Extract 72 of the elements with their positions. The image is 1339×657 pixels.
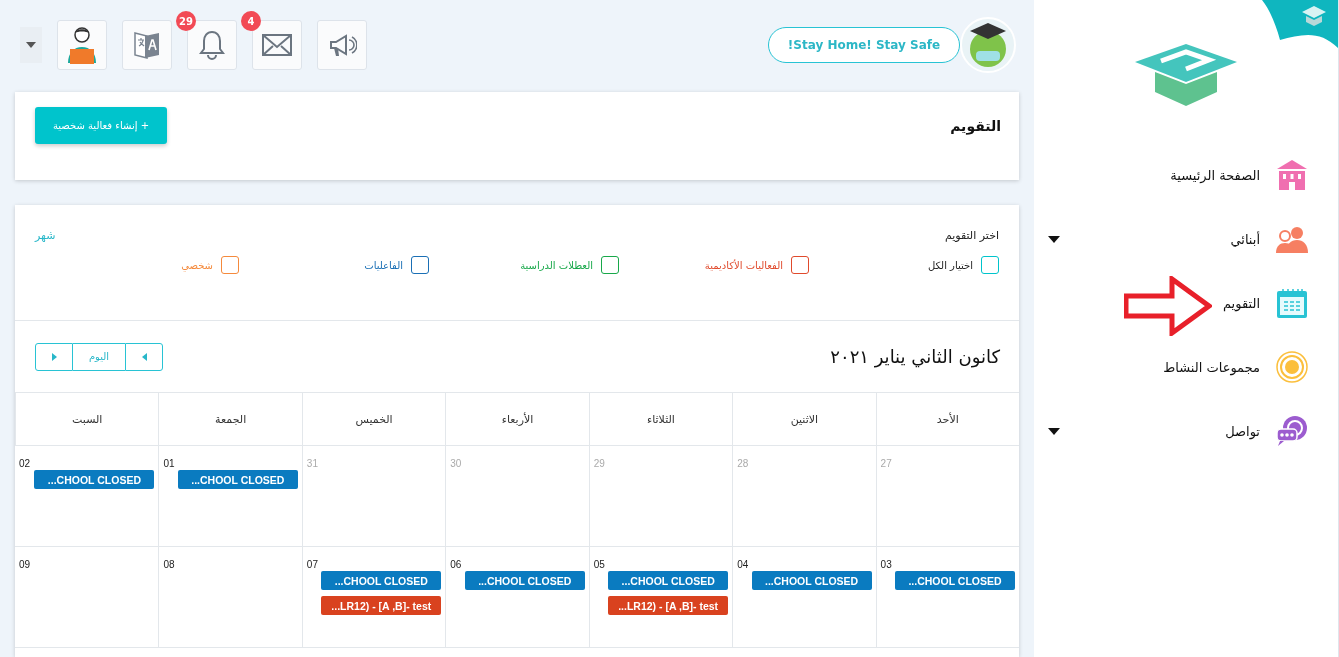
calendar-event[interactable]: ...CHOOL CLOSED xyxy=(895,571,1015,590)
month-view-link[interactable]: شهر xyxy=(35,229,56,242)
sidebar-item[interactable]: الصفحة الرئيسية xyxy=(1170,158,1308,192)
day-number: 03 xyxy=(880,559,893,570)
calendar-filter[interactable]: الفاعليات xyxy=(239,256,429,274)
calendar-icon xyxy=(1276,287,1308,319)
count-badge: 4 xyxy=(241,11,261,31)
weekday-header: الاثنين xyxy=(732,393,876,446)
sidebar-item[interactable]: مجموعات النشاط xyxy=(1163,350,1308,384)
calendar-event[interactable]: ...CHOOL CLOSED xyxy=(751,571,872,590)
avatar[interactable] xyxy=(960,17,1016,73)
day-number: 06 xyxy=(450,559,463,570)
toolbar-button[interactable] xyxy=(57,20,107,70)
bell-icon xyxy=(199,30,225,60)
caret-icon[interactable] xyxy=(1048,427,1060,435)
month-title: كانون الثاني يناير ٢٠٢١ xyxy=(830,346,1000,367)
day-number: 30 xyxy=(450,458,463,469)
day-number: 08 xyxy=(163,559,176,570)
checkbox[interactable] xyxy=(221,256,239,274)
weekday-header: الأحد xyxy=(875,393,1019,446)
dropdown-button[interactable] xyxy=(20,27,42,63)
day-number: 09 xyxy=(19,559,32,570)
checkbox[interactable] xyxy=(601,256,619,274)
calendar-filter[interactable]: شخصي xyxy=(49,256,239,274)
target-icon xyxy=(1276,351,1308,383)
sidebar-item[interactable]: التقويم xyxy=(1222,286,1308,320)
calendar-event[interactable]: ...LR12) - [A ,B]- test xyxy=(608,596,729,615)
status-message: !Stay Home! Stay Safe xyxy=(768,27,960,63)
previous-icon xyxy=(141,352,147,361)
day-number: 29 xyxy=(593,458,606,469)
people-icon xyxy=(1276,225,1308,253)
day-number: 07 xyxy=(306,559,319,570)
weekday-header: الخميس xyxy=(301,393,446,446)
checkbox[interactable] xyxy=(411,256,429,274)
next-icon xyxy=(51,352,57,361)
chat-icon xyxy=(1276,415,1308,447)
day-number: 05 xyxy=(593,559,606,570)
caret-icon xyxy=(26,42,36,48)
day-number: 04 xyxy=(737,559,750,570)
toolbar-button[interactable] xyxy=(122,20,172,70)
weekday-header: الجمعة xyxy=(158,393,302,446)
building-icon xyxy=(1276,159,1308,191)
day-number: 31 xyxy=(306,458,319,469)
translate-icon xyxy=(133,30,161,60)
checkbox[interactable] xyxy=(791,256,809,274)
day-number: 27 xyxy=(880,458,893,469)
count-badge: 29 xyxy=(176,11,196,31)
day-number: 02 xyxy=(19,458,32,469)
weekday-header: الأربعاء xyxy=(445,393,589,446)
calendar-event[interactable]: ...CHOOL CLOSED xyxy=(464,571,585,590)
calendar-filter[interactable]: العطلات الدراسية xyxy=(429,256,619,274)
calendar-event[interactable]: ...CHOOL CLOSED xyxy=(321,571,442,590)
day-number: 01 xyxy=(163,458,176,469)
calendar-filter[interactable]: اختيار الكل xyxy=(809,256,999,274)
sidebar-item[interactable]: أبنائي xyxy=(1230,222,1308,256)
day-number: 28 xyxy=(737,458,750,469)
calendar-event[interactable]: ...CHOOL CLOSED xyxy=(608,571,729,590)
calendar-event[interactable]: ...LR12) - [A ,B]- test xyxy=(321,596,442,615)
envelope-icon xyxy=(262,34,292,56)
calendar-event[interactable]: ...CHOOL CLOSED xyxy=(177,470,298,489)
today-button[interactable]: اليوم xyxy=(73,342,125,371)
toolbar-button[interactable] xyxy=(317,20,367,70)
caret-icon[interactable] xyxy=(1048,235,1060,243)
calendar-event[interactable]: ...CHOOL CLOSED xyxy=(34,470,155,489)
filter-heading: اختر التقويم xyxy=(944,229,999,242)
page-title: التقويم xyxy=(950,118,1001,134)
calendar-filter[interactable]: الفعاليات الأكاديمية xyxy=(619,256,809,274)
weekday-header: السبت xyxy=(15,393,159,446)
weekday-header: الثلاثاء xyxy=(588,393,733,446)
checkbox[interactable] xyxy=(981,256,999,274)
sidebar-item[interactable]: تواصل xyxy=(1225,414,1308,448)
toolbar-button[interactable] xyxy=(252,20,302,70)
